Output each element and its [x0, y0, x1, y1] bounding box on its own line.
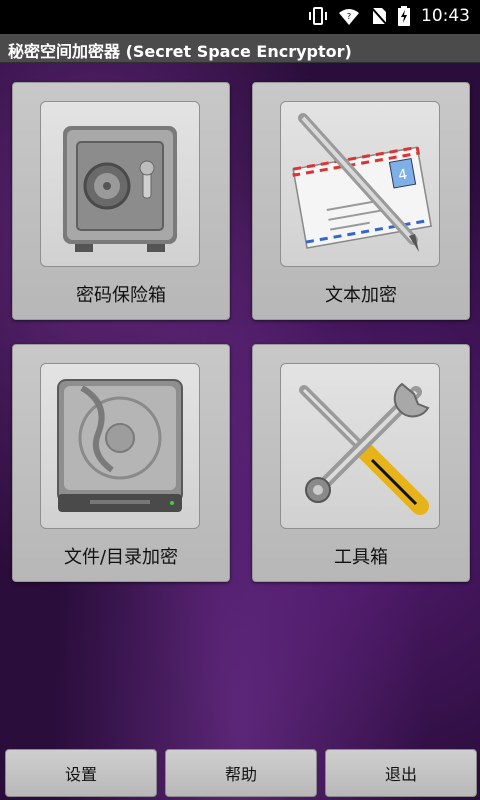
toolbox-tile[interactable]: 工具箱 — [252, 344, 470, 582]
settings-button-label: 设置 — [64, 765, 97, 784]
svg-text:?: ? — [347, 12, 351, 21]
status-bar: ? 10:43 — [0, 0, 480, 34]
vibrate-icon — [308, 6, 328, 30]
exit-button-label: 退出 — [384, 765, 417, 784]
text-encryption-tile[interactable]: 4 文本加密 — [252, 82, 470, 320]
no-sim-icon — [370, 6, 388, 30]
help-button[interactable]: 帮助 — [165, 749, 317, 797]
text-encryption-label: 文本加密 — [325, 285, 397, 306]
wifi-icon: ? — [338, 6, 360, 30]
app-title: 秘密空间加密器 (Secret Space Encryptor) — [8, 42, 352, 61]
file-encryption-label: 文件/目录加密 — [63, 547, 179, 568]
help-button-label: 帮助 — [224, 765, 257, 784]
title-bar: 秘密空间加密器 (Secret Space Encryptor) — [0, 34, 480, 63]
tools-icon — [280, 363, 440, 529]
file-encryption-tile[interactable]: 文件/目录加密 — [12, 344, 230, 582]
status-icons: ? — [308, 6, 410, 30]
password-vault-tile[interactable]: 密码保险箱 — [12, 82, 230, 320]
settings-button[interactable]: 设置 — [5, 749, 157, 797]
status-time: 10:43 — [421, 6, 470, 26]
hard-drive-icon — [40, 363, 200, 529]
toolbox-label: 工具箱 — [334, 547, 388, 568]
envelope-pen-icon: 4 — [280, 101, 440, 267]
exit-button[interactable]: 退出 — [325, 749, 477, 797]
battery-charging-icon — [398, 6, 410, 30]
password-vault-label: 密码保险箱 — [76, 285, 166, 306]
safe-icon — [40, 101, 200, 267]
